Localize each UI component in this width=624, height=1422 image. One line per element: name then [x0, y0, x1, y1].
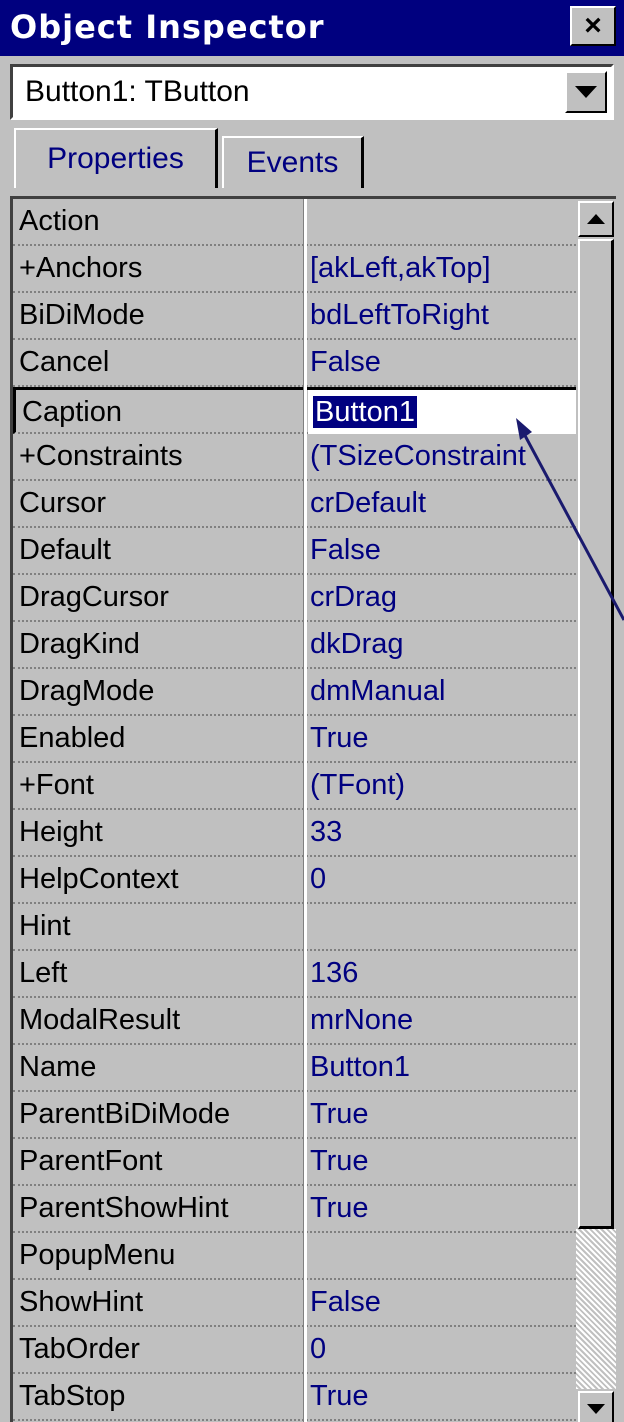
- arrow-down-icon: [587, 1404, 605, 1414]
- selected-text[interactable]: Button1: [313, 396, 417, 428]
- property-name: ShowHint: [19, 1286, 144, 1318]
- property-name: Action: [19, 205, 100, 237]
- property-row[interactable]: ParentBiDiMode True: [13, 1092, 576, 1139]
- property-value[interactable]: crDrag: [310, 581, 572, 614]
- property-row[interactable]: +Anchors [akLeft,akTop]: [13, 246, 576, 293]
- close-icon: ×: [584, 9, 602, 42]
- property-name: ParentFont: [19, 1145, 163, 1177]
- property-name: Cursor: [19, 487, 107, 519]
- window-title: Object Inspector: [10, 8, 325, 46]
- property-value[interactable]: 0: [310, 1333, 572, 1366]
- property-name: +Anchors: [19, 252, 143, 284]
- property-value[interactable]: True: [310, 1145, 572, 1178]
- property-value[interactable]: 0: [310, 863, 572, 896]
- property-name: PopupMenu: [19, 1239, 176, 1271]
- property-name: Name: [19, 1051, 97, 1083]
- property-row[interactable]: DragMode dmManual: [13, 669, 576, 716]
- property-value[interactable]: False: [310, 1286, 572, 1319]
- property-value[interactable]: False: [310, 534, 572, 567]
- tab-events[interactable]: Events: [222, 136, 364, 188]
- property-value[interactable]: 33: [310, 816, 572, 849]
- property-name: BiDiMode: [19, 299, 145, 331]
- property-value[interactable]: True: [310, 722, 572, 755]
- property-value[interactable]: bdLeftToRight: [310, 299, 572, 332]
- property-row[interactable]: +Font (TFont): [13, 763, 576, 810]
- property-name: DragCursor: [19, 581, 169, 613]
- property-name: TabStop: [19, 1380, 126, 1412]
- property-value[interactable]: dmManual: [310, 675, 572, 708]
- vertical-scrollbar[interactable]: [576, 199, 616, 1422]
- property-row[interactable]: PopupMenu: [13, 1233, 576, 1280]
- arrow-up-icon: [587, 214, 605, 224]
- property-name: ParentShowHint: [19, 1192, 229, 1224]
- title-bar: Object Inspector ×: [0, 0, 624, 56]
- property-name: DragMode: [19, 675, 155, 707]
- property-value[interactable]: Button1: [310, 1051, 572, 1084]
- property-name: Height: [19, 816, 103, 848]
- property-value[interactable]: True: [310, 1098, 572, 1131]
- property-row[interactable]: ModalResult mrNone: [13, 998, 576, 1045]
- tab-events-label: Events: [246, 146, 339, 179]
- property-row[interactable]: DragCursor crDrag: [13, 575, 576, 622]
- property-grid: TabStop True TabOrder 0 ShowHint False PopupMe…: [10, 196, 616, 1422]
- scroll-up-button[interactable]: [578, 201, 614, 237]
- property-name: Hint: [19, 910, 71, 942]
- property-name: Default: [19, 534, 111, 566]
- property-name: Left: [19, 957, 68, 989]
- property-name: Cancel: [19, 346, 110, 378]
- property-name: ParentBiDiMode: [19, 1098, 231, 1130]
- property-name: Enabled: [19, 722, 126, 754]
- property-row[interactable]: Default False: [13, 528, 576, 575]
- dropdown-button[interactable]: [565, 71, 607, 113]
- property-row[interactable]: TabOrder 0: [13, 1327, 576, 1374]
- property-row[interactable]: +Constraints (TSizeConstraint: [13, 434, 576, 481]
- property-value[interactable]: True: [310, 1192, 572, 1225]
- property-row[interactable]: Left 136: [13, 951, 576, 998]
- property-value[interactable]: mrNone: [310, 1004, 572, 1037]
- property-row[interactable]: ShowHint False: [13, 1280, 576, 1327]
- property-row[interactable]: Enabled True: [13, 716, 576, 763]
- property-row[interactable]: DragKind dkDrag: [13, 622, 576, 669]
- property-name: Caption: [22, 396, 122, 428]
- column-divider[interactable]: [303, 199, 307, 1422]
- property-row[interactable]: Cancel False: [13, 340, 576, 387]
- property-value[interactable]: True: [310, 1380, 572, 1413]
- component-selector-value: Button1: TButton: [25, 75, 250, 108]
- property-row[interactable]: TabStop True: [13, 1374, 576, 1421]
- property-name: ModalResult: [19, 1004, 181, 1036]
- property-value[interactable]: Button1: [313, 396, 575, 429]
- property-row[interactable]: Hint: [13, 904, 576, 951]
- property-value[interactable]: (TSizeConstraint: [310, 440, 572, 473]
- scroll-track[interactable]: [576, 1229, 616, 1389]
- close-button[interactable]: ×: [570, 6, 616, 46]
- component-selector[interactable]: Button1: TButton: [10, 64, 614, 120]
- chevron-down-icon: [575, 86, 597, 98]
- scroll-thumb[interactable]: [578, 239, 614, 1229]
- property-row[interactable]: Caption Button1: [13, 387, 578, 434]
- property-row[interactable]: ParentFont True: [13, 1139, 576, 1186]
- property-row[interactable]: BiDiMode bdLeftToRight: [13, 293, 576, 340]
- property-name: TabOrder: [19, 1333, 140, 1365]
- property-row[interactable]: Cursor crDefault: [13, 481, 576, 528]
- property-value[interactable]: crDefault: [310, 487, 572, 520]
- property-row[interactable]: ParentShowHint True: [13, 1186, 576, 1233]
- property-value[interactable]: False: [310, 346, 572, 379]
- property-name: +Constraints: [19, 440, 183, 472]
- tab-properties-label: Properties: [47, 142, 184, 175]
- scroll-down-button[interactable]: [578, 1391, 614, 1422]
- property-row[interactable]: Name Button1: [13, 1045, 576, 1092]
- property-value[interactable]: dkDrag: [310, 628, 572, 661]
- tab-properties[interactable]: Properties: [14, 128, 218, 188]
- property-row[interactable]: HelpContext 0: [13, 857, 576, 904]
- property-value[interactable]: 136: [310, 957, 572, 990]
- property-row[interactable]: Height 33: [13, 810, 576, 857]
- property-value[interactable]: [akLeft,akTop]: [310, 252, 572, 285]
- property-name: +Font: [19, 769, 94, 801]
- property-row[interactable]: Action: [13, 199, 576, 246]
- property-name: DragKind: [19, 628, 140, 660]
- property-value[interactable]: (TFont): [310, 769, 572, 802]
- property-name: HelpContext: [19, 863, 179, 895]
